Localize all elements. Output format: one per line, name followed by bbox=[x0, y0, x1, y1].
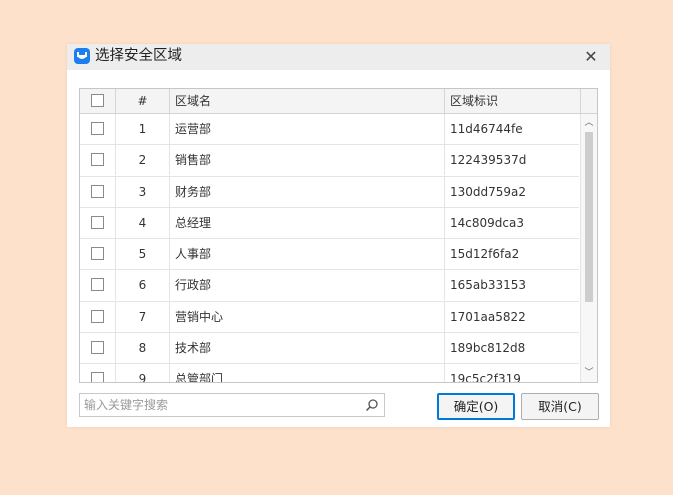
search-box bbox=[79, 393, 385, 417]
row-zone-id: 1701aa5822 bbox=[450, 309, 526, 324]
header-select-all bbox=[80, 89, 116, 113]
table-row[interactable]: 3 财务部 130dd759a2 bbox=[80, 176, 579, 208]
row-zone-name: 运营部 bbox=[170, 114, 445, 144]
row-zone-id: 15d12f6fa2 bbox=[450, 247, 520, 262]
table-scrollbar[interactable]: ︿ ﹀ bbox=[580, 114, 597, 382]
row-checkbox[interactable] bbox=[91, 122, 104, 135]
table-row[interactable]: 1 运营部 11d46744fe bbox=[80, 114, 579, 146]
row-zone-name: 技术部 bbox=[170, 333, 445, 364]
row-checkbox[interactable] bbox=[91, 341, 104, 355]
row-zone-id: 14c809dca3 bbox=[450, 215, 524, 230]
row-number: 9 bbox=[116, 364, 170, 382]
table-row[interactable]: 7 营销中心 1701aa5822 bbox=[80, 301, 579, 334]
scroll-up-arrow-icon[interactable]: ︿ bbox=[581, 115, 597, 131]
row-number: 3 bbox=[116, 176, 170, 207]
table-row[interactable]: 6 行政部 165ab33153 bbox=[80, 270, 579, 302]
row-checkbox[interactable] bbox=[91, 309, 104, 323]
header-filler bbox=[581, 89, 597, 113]
row-zone-name: 人事部 bbox=[170, 239, 445, 270]
ok-button[interactable]: 确定(O) bbox=[437, 393, 515, 420]
dialog-titlebar: 选择安全区域 ✕ bbox=[67, 44, 610, 70]
row-checkbox[interactable] bbox=[91, 247, 104, 261]
row-number: 8 bbox=[116, 333, 170, 364]
dialog-title: 选择安全区域 bbox=[95, 48, 182, 64]
select-security-zone-dialog: 选择安全区域 ✕ # 区域名 区域标识 1 运营部 11d46744fe 2 销… bbox=[67, 44, 610, 427]
row-zone-name: 营销中心 bbox=[170, 301, 445, 332]
row-number: 1 bbox=[116, 114, 170, 144]
row-checkbox[interactable] bbox=[91, 278, 104, 292]
table-row[interactable]: 9 总管部门 19c5c2f319 bbox=[80, 364, 579, 383]
row-checkbox[interactable] bbox=[91, 153, 104, 167]
table-body: 1 运营部 11d46744fe 2 销售部 122439537d 3 财务部 … bbox=[80, 114, 579, 383]
row-number: 2 bbox=[116, 145, 170, 176]
row-zone-id: 165ab33153 bbox=[450, 278, 527, 293]
row-checkbox[interactable] bbox=[91, 372, 104, 382]
row-number: 6 bbox=[116, 270, 170, 301]
row-checkbox[interactable] bbox=[91, 215, 104, 229]
table-row[interactable]: 8 技术部 189bc812d8 bbox=[80, 333, 579, 365]
row-zone-id: 189bc812d8 bbox=[450, 341, 526, 356]
header-zone-id[interactable]: 区域标识 bbox=[445, 89, 581, 113]
row-number: 7 bbox=[116, 301, 170, 332]
row-zone-id: 19c5c2f319 bbox=[450, 372, 521, 383]
app-logo-icon bbox=[74, 48, 90, 64]
row-zone-name: 总经理 bbox=[170, 207, 445, 238]
zone-table: # 区域名 区域标识 1 运营部 11d46744fe 2 销售部 122439… bbox=[79, 88, 598, 383]
row-checkbox[interactable] bbox=[91, 184, 104, 198]
table-row[interactable]: 5 人事部 15d12f6fa2 bbox=[80, 239, 579, 271]
row-number: 5 bbox=[116, 239, 170, 270]
table-row[interactable]: 4 总经理 14c809dca3 bbox=[80, 207, 579, 240]
cancel-button[interactable]: 取消(C) bbox=[521, 393, 599, 420]
row-zone-name: 销售部 bbox=[170, 145, 445, 176]
row-zone-id: 11d46744fe bbox=[450, 122, 523, 136]
header-zone-name[interactable]: 区域名 bbox=[170, 89, 445, 113]
search-icon[interactable] bbox=[365, 398, 379, 412]
scroll-thumb[interactable] bbox=[585, 132, 593, 302]
search-input[interactable] bbox=[80, 394, 358, 416]
table-row[interactable]: 2 销售部 122439537d bbox=[80, 145, 579, 177]
select-all-checkbox[interactable] bbox=[91, 94, 104, 107]
scroll-down-arrow-icon[interactable]: ﹀ bbox=[581, 365, 597, 381]
row-zone-name: 行政部 bbox=[170, 270, 445, 301]
close-icon[interactable]: ✕ bbox=[580, 46, 602, 68]
table-header: # 区域名 区域标识 bbox=[80, 89, 597, 114]
row-zone-id: 122439537d bbox=[450, 153, 527, 168]
row-zone-id: 130dd759a2 bbox=[450, 184, 527, 199]
row-zone-name: 财务部 bbox=[170, 176, 445, 207]
row-zone-name: 总管部门 bbox=[170, 364, 445, 382]
header-number[interactable]: # bbox=[116, 89, 170, 113]
row-number: 4 bbox=[116, 207, 170, 238]
